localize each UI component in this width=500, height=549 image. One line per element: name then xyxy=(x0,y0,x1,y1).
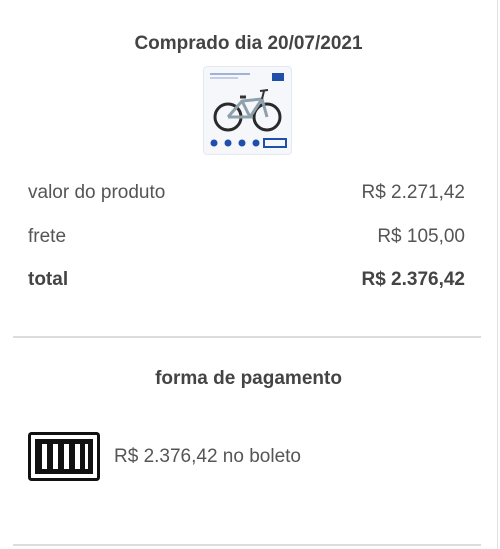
total-label: total xyxy=(28,269,69,290)
shipping-label: frete xyxy=(28,226,67,247)
order-details-card: Comprado dia 20/07/2021 valor do produto… xyxy=(0,0,498,549)
payment-method-title: forma de pagamento xyxy=(155,368,342,389)
purchase-date-title: Comprado dia 20/07/2021 xyxy=(134,33,363,54)
payment-method-text: R$ 2.376,42 no boleto xyxy=(114,446,301,467)
total-row: total R$ 2.376,42 xyxy=(28,269,465,291)
product-image[interactable] xyxy=(203,66,292,155)
total-amount: R$ 2.376,42 xyxy=(361,269,465,290)
bottom-divider xyxy=(13,544,481,546)
section-divider xyxy=(13,336,481,338)
product-value-label: valor do produto xyxy=(28,182,166,203)
barcode-icon xyxy=(28,432,100,481)
bicycle-icon xyxy=(210,73,287,148)
shipping-amount: R$ 105,00 xyxy=(377,226,465,247)
product-value-amount: R$ 2.271,42 xyxy=(361,182,465,203)
product-value-row: valor do produto R$ 2.271,42 xyxy=(28,182,465,204)
shipping-row: frete R$ 105,00 xyxy=(28,226,465,248)
